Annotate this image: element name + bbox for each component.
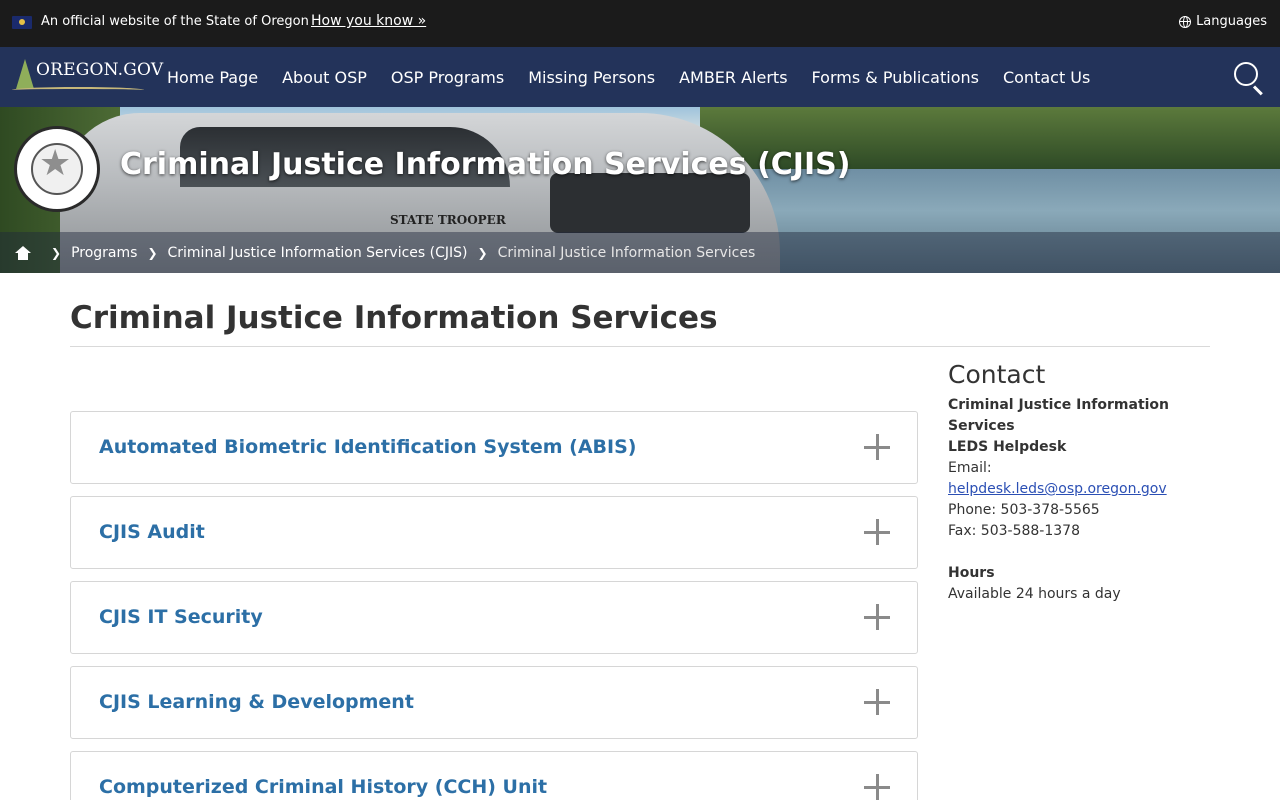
nav-item-home-page[interactable]: Home Page xyxy=(167,68,258,87)
breadcrumb-cjis[interactable]: Criminal Justice Information Services (C… xyxy=(168,245,468,261)
osp-badge-logo: ★ xyxy=(14,126,100,212)
search-icon xyxy=(1234,62,1258,86)
breadcrumb-current: Criminal Justice Information Services xyxy=(497,244,756,261)
expand-plus-icon xyxy=(864,604,890,630)
accordion-item-cch-unit[interactable]: Computerized Criminal History (CCH) Unit xyxy=(70,751,918,800)
accordion-item-cjis-audit[interactable]: CJIS Audit xyxy=(70,496,918,569)
official-site-text: An official website of the State of Oreg… xyxy=(41,14,309,29)
vehicle-marking: STATE TROOPER xyxy=(390,213,506,227)
nav-menu: Home Page About OSP OSP Programs Missing… xyxy=(167,47,1090,107)
contact-email-link[interactable]: helpdesk.leds@osp.oregon.gov xyxy=(948,481,1167,497)
chevron-right-icon: ❯ xyxy=(147,245,158,260)
main-navigation: OREGON.GOV Home Page About OSP OSP Progr… xyxy=(0,47,1280,107)
breadcrumb-programs[interactable]: Programs xyxy=(71,245,137,261)
expand-plus-icon xyxy=(864,519,890,545)
chevron-right-icon: ❯ xyxy=(477,245,488,260)
logo-text: OREGON.GOV xyxy=(36,60,164,80)
contact-sidebar: Contact Criminal Justice Information Ser… xyxy=(948,360,1210,605)
star-badge-icon: ★ xyxy=(39,143,72,184)
contact-fax: Fax: 503-588-1378 xyxy=(948,523,1080,539)
accordion-item-abis[interactable]: Automated Biometric Identification Syste… xyxy=(70,411,918,484)
page-title: Criminal Justice Information Services xyxy=(70,300,718,336)
nav-item-amber-alerts[interactable]: AMBER Alerts xyxy=(679,68,787,87)
globe-icon xyxy=(1179,15,1192,28)
vehicle-grill xyxy=(550,173,750,233)
expand-plus-icon xyxy=(864,689,890,715)
nav-item-missing-persons[interactable]: Missing Persons xyxy=(528,68,655,87)
tree-icon xyxy=(16,59,34,89)
languages-label: Languages xyxy=(1196,14,1267,29)
chevron-right-icon: ❯ xyxy=(51,245,62,260)
accordion-item-label: CJIS Audit xyxy=(99,521,205,543)
contact-org-name: Criminal Justice Information xyxy=(948,397,1170,413)
official-site-banner: An official website of the State of Oreg… xyxy=(0,0,1280,47)
contact-email-label: Email: xyxy=(948,460,992,476)
contact-heading: Contact xyxy=(948,360,1046,389)
nav-item-about-osp[interactable]: About OSP xyxy=(282,68,367,87)
programs-accordion: Automated Biometric Identification Syste… xyxy=(70,411,918,800)
hero-title: Criminal Justice Information Services (C… xyxy=(120,147,851,182)
contact-department: LEDS Helpdesk xyxy=(948,439,1067,455)
oregon-flag-icon xyxy=(12,16,32,29)
search-button[interactable] xyxy=(1232,60,1266,96)
logo-swoosh xyxy=(12,87,144,93)
expand-plus-icon xyxy=(864,434,890,460)
contact-org-name-cont: Services xyxy=(948,418,1015,434)
nav-item-osp-programs[interactable]: OSP Programs xyxy=(391,68,504,87)
languages-button[interactable]: Languages xyxy=(1179,14,1267,29)
hero-banner: STATE TROOPER ★ Criminal Justice Informa… xyxy=(0,107,1280,273)
home-icon[interactable] xyxy=(15,245,31,260)
how-you-know-link[interactable]: How you know » xyxy=(311,13,426,29)
contact-phone: Phone: 503-378-5565 xyxy=(948,502,1100,518)
accordion-item-cjis-it-security[interactable]: CJIS IT Security xyxy=(70,581,918,654)
accordion-item-label: CJIS Learning & Development xyxy=(99,691,414,713)
accordion-item-label: Computerized Criminal History (CCH) Unit xyxy=(99,776,548,798)
accordion-item-cjis-learning[interactable]: CJIS Learning & Development xyxy=(70,666,918,739)
accordion-item-label: Automated Biometric Identification Syste… xyxy=(99,436,637,458)
contact-hours: Available 24 hours a day xyxy=(948,586,1121,602)
accordion-item-label: CJIS IT Security xyxy=(99,606,263,628)
nav-item-contact-us[interactable]: Contact Us xyxy=(1003,68,1090,87)
oregon-gov-logo[interactable]: OREGON.GOV xyxy=(12,57,163,97)
title-divider xyxy=(70,346,1210,347)
nav-item-forms-publications[interactable]: Forms & Publications xyxy=(812,68,979,87)
contact-hours-label: Hours xyxy=(948,565,995,581)
breadcrumb: ❯ Programs ❯ Criminal Justice Informatio… xyxy=(0,232,1280,273)
expand-plus-icon xyxy=(864,774,890,800)
search-icon-handle xyxy=(1252,85,1263,96)
